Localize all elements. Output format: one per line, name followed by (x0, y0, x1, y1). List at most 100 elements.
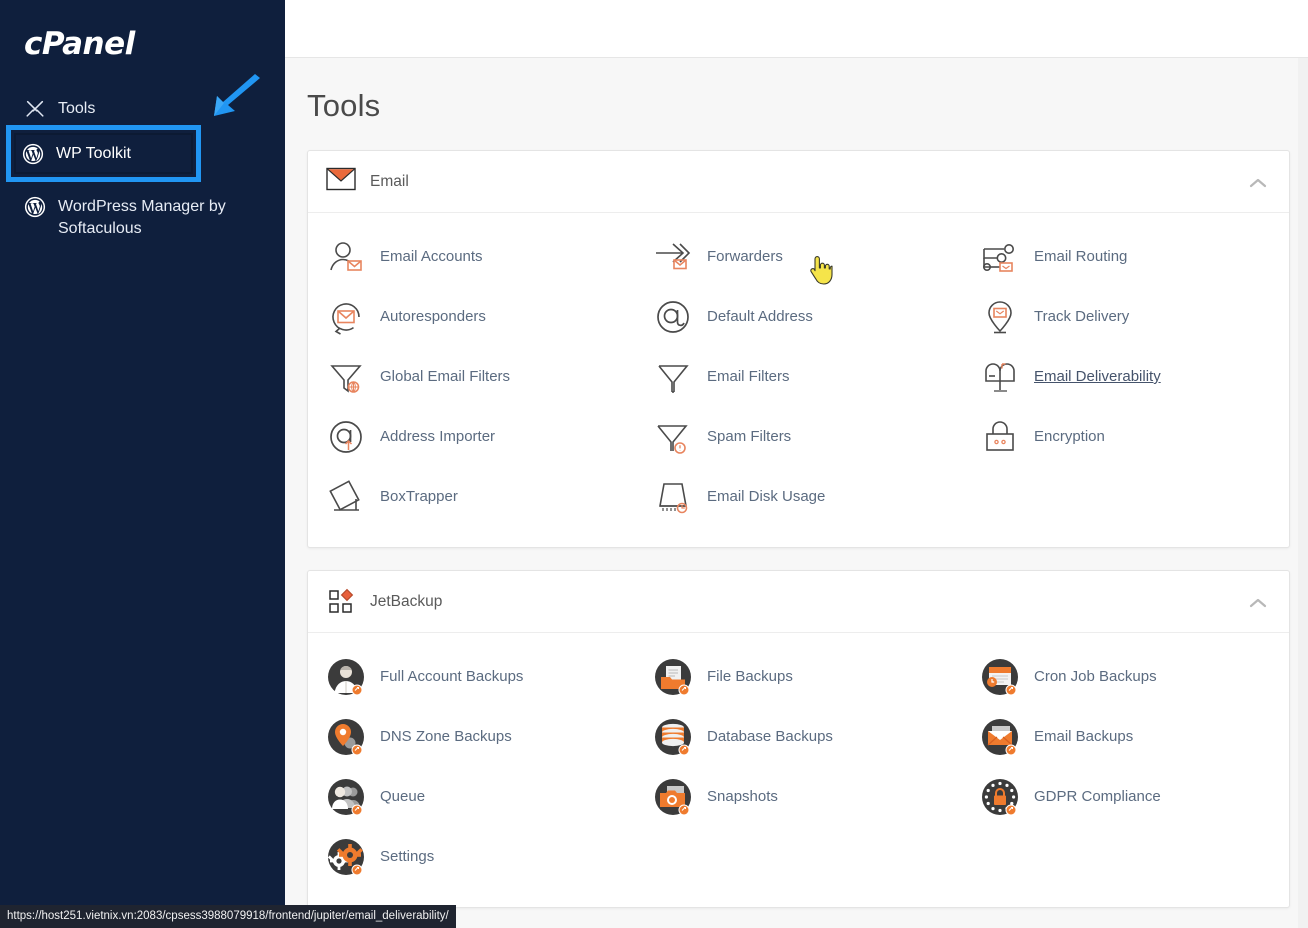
sidebar-item-label: Tools (58, 100, 96, 117)
tool-label: Email Accounts (380, 248, 483, 265)
tool-label: Encryption (1034, 428, 1105, 445)
autoresponder-icon (326, 297, 366, 337)
section-items-jetbackup: Full Account Backups File Backups Cron J… (308, 633, 1289, 907)
arrow-annotation (198, 72, 268, 124)
section-title: Email (370, 172, 409, 190)
tools-icon (24, 98, 46, 120)
tool-label: Default Address (707, 308, 813, 325)
tool-label: Email Routing (1034, 248, 1128, 265)
database-backup-icon (653, 717, 693, 757)
tool-email-filters[interactable]: Email Filters (635, 347, 962, 407)
section-header-jetbackup[interactable]: JetBackup (308, 571, 1289, 633)
cpanel-logo[interactable]: cPanel (0, 0, 285, 62)
section-items-email: Email Accounts Forwarders Email Routing … (308, 213, 1289, 547)
tool-label: Global Email Filters (380, 368, 511, 385)
tool-label: BoxTrapper (380, 488, 458, 505)
funnel-globe-icon (326, 357, 366, 397)
tool-label: Address Importer (380, 428, 496, 445)
wordpress-icon (24, 196, 46, 218)
account-backup-icon (326, 657, 366, 697)
tool-label: Forwarders (707, 248, 783, 265)
tool-settings[interactable]: Settings (308, 827, 635, 887)
tool-cron-job-backups[interactable]: Cron Job Backups (962, 647, 1289, 707)
disk-usage-icon (653, 477, 693, 517)
tool-label: Queue (380, 788, 426, 805)
tool-label: Email Deliverability (1034, 368, 1161, 385)
tool-label: Database Backups (707, 728, 833, 745)
section-header-email[interactable]: Email (308, 151, 1289, 213)
routing-icon (980, 237, 1020, 277)
pin-envelope-icon (980, 297, 1020, 337)
tool-spam-filters[interactable]: Spam Filters (635, 407, 962, 467)
tool-label: Autoresponders (380, 308, 486, 325)
chevron-up-icon[interactable] (1249, 596, 1267, 608)
cron-backup-icon (980, 657, 1020, 697)
wordpress-icon (22, 143, 44, 165)
sidebar-item-wordpress-manager[interactable]: WordPress Manager by Softaculous (0, 190, 285, 246)
file-backup-icon (653, 657, 693, 697)
tool-sections: Email Email Accounts Forwarders Email Ro… (285, 124, 1308, 928)
queue-icon (326, 777, 366, 817)
chevron-up-icon[interactable] (1249, 176, 1267, 188)
sidebar-item-wp-toolkit[interactable]: WP Toolkit (22, 140, 192, 168)
gdpr-icon (980, 777, 1020, 817)
email-backup-icon (980, 717, 1020, 757)
status-bar-url: https://host251.vietnix.vn:2083/cpsess39… (0, 905, 456, 928)
section-card-jetbackup: JetBackup Full Account Backups File Back… (307, 570, 1290, 908)
section-card-email: Email Email Accounts Forwarders Email Ro… (307, 150, 1290, 548)
section-title: JetBackup (370, 592, 443, 610)
tool-dns-zone-backups[interactable]: DNS Zone Backups (308, 707, 635, 767)
tool-database-backups[interactable]: Database Backups (635, 707, 962, 767)
arrow-envelope-icon (653, 237, 693, 277)
page-title: Tools (307, 88, 381, 123)
tool-label: Track Delivery (1034, 308, 1130, 325)
mailbox-icon (980, 357, 1020, 397)
tool-file-backups[interactable]: File Backups (635, 647, 962, 707)
tool-default-address[interactable]: Default Address (635, 287, 962, 347)
envelope-icon (326, 167, 356, 197)
top-bar (285, 0, 1308, 58)
tool-email-routing[interactable]: Email Routing (962, 227, 1289, 287)
tool-snapshots[interactable]: Snapshots (635, 767, 962, 827)
tool-full-account-backups[interactable]: Full Account Backups (308, 647, 635, 707)
cpanel-page: cPanel Tools WordPress Manager by Softac… (0, 0, 1308, 928)
tool-address-importer[interactable]: Address Importer (308, 407, 635, 467)
tool-label: Email Filters (707, 368, 790, 385)
funnel-alert-icon (653, 417, 693, 457)
tool-encryption[interactable]: Encryption (962, 407, 1289, 467)
scrollbar-track[interactable] (1298, 58, 1308, 928)
tool-label: Email Backups (1034, 728, 1134, 745)
sidebar-item-label: WordPress Manager by Softaculous (58, 198, 226, 237)
at-sign-up-icon (326, 417, 366, 457)
tool-boxtrapper[interactable]: BoxTrapper (308, 467, 635, 527)
lock-icon (980, 417, 1020, 457)
tool-email-accounts[interactable]: Email Accounts (308, 227, 635, 287)
tool-track-delivery[interactable]: Track Delivery (962, 287, 1289, 347)
jetbackup-icon (326, 587, 356, 617)
tool-label: Full Account Backups (380, 668, 524, 685)
tool-label: Cron Job Backups (1034, 668, 1157, 685)
boxtrapper-icon (326, 477, 366, 517)
main-content: Tools Email Email Accounts Forwarders Em… (285, 0, 1308, 928)
snapshots-icon (653, 777, 693, 817)
tool-email-deliverability[interactable]: Email Deliverability (962, 347, 1289, 407)
tool-forwarders[interactable]: Forwarders (635, 227, 962, 287)
tool-global-email-filters[interactable]: Global Email Filters (308, 347, 635, 407)
tool-label: Snapshots (707, 788, 778, 805)
tool-label: GDPR Compliance (1034, 788, 1161, 805)
tool-gdpr-compliance[interactable]: GDPR Compliance (962, 767, 1289, 827)
tool-queue[interactable]: Queue (308, 767, 635, 827)
settings-icon (326, 837, 366, 877)
tool-autoresponders[interactable]: Autoresponders (308, 287, 635, 347)
tool-label: Spam Filters (707, 428, 792, 445)
sidebar-item-label: WP Toolkit (56, 145, 131, 162)
tool-label: Settings (380, 848, 435, 865)
at-sign-icon (653, 297, 693, 337)
dns-backup-icon (326, 717, 366, 757)
tool-email-disk-usage[interactable]: Email Disk Usage (635, 467, 962, 527)
user-envelope-icon (326, 237, 366, 277)
tool-email-backups[interactable]: Email Backups (962, 707, 1289, 767)
tool-label: File Backups (707, 668, 793, 685)
sidebar: cPanel Tools WordPress Manager by Softac… (0, 0, 285, 928)
funnel-icon (653, 357, 693, 397)
